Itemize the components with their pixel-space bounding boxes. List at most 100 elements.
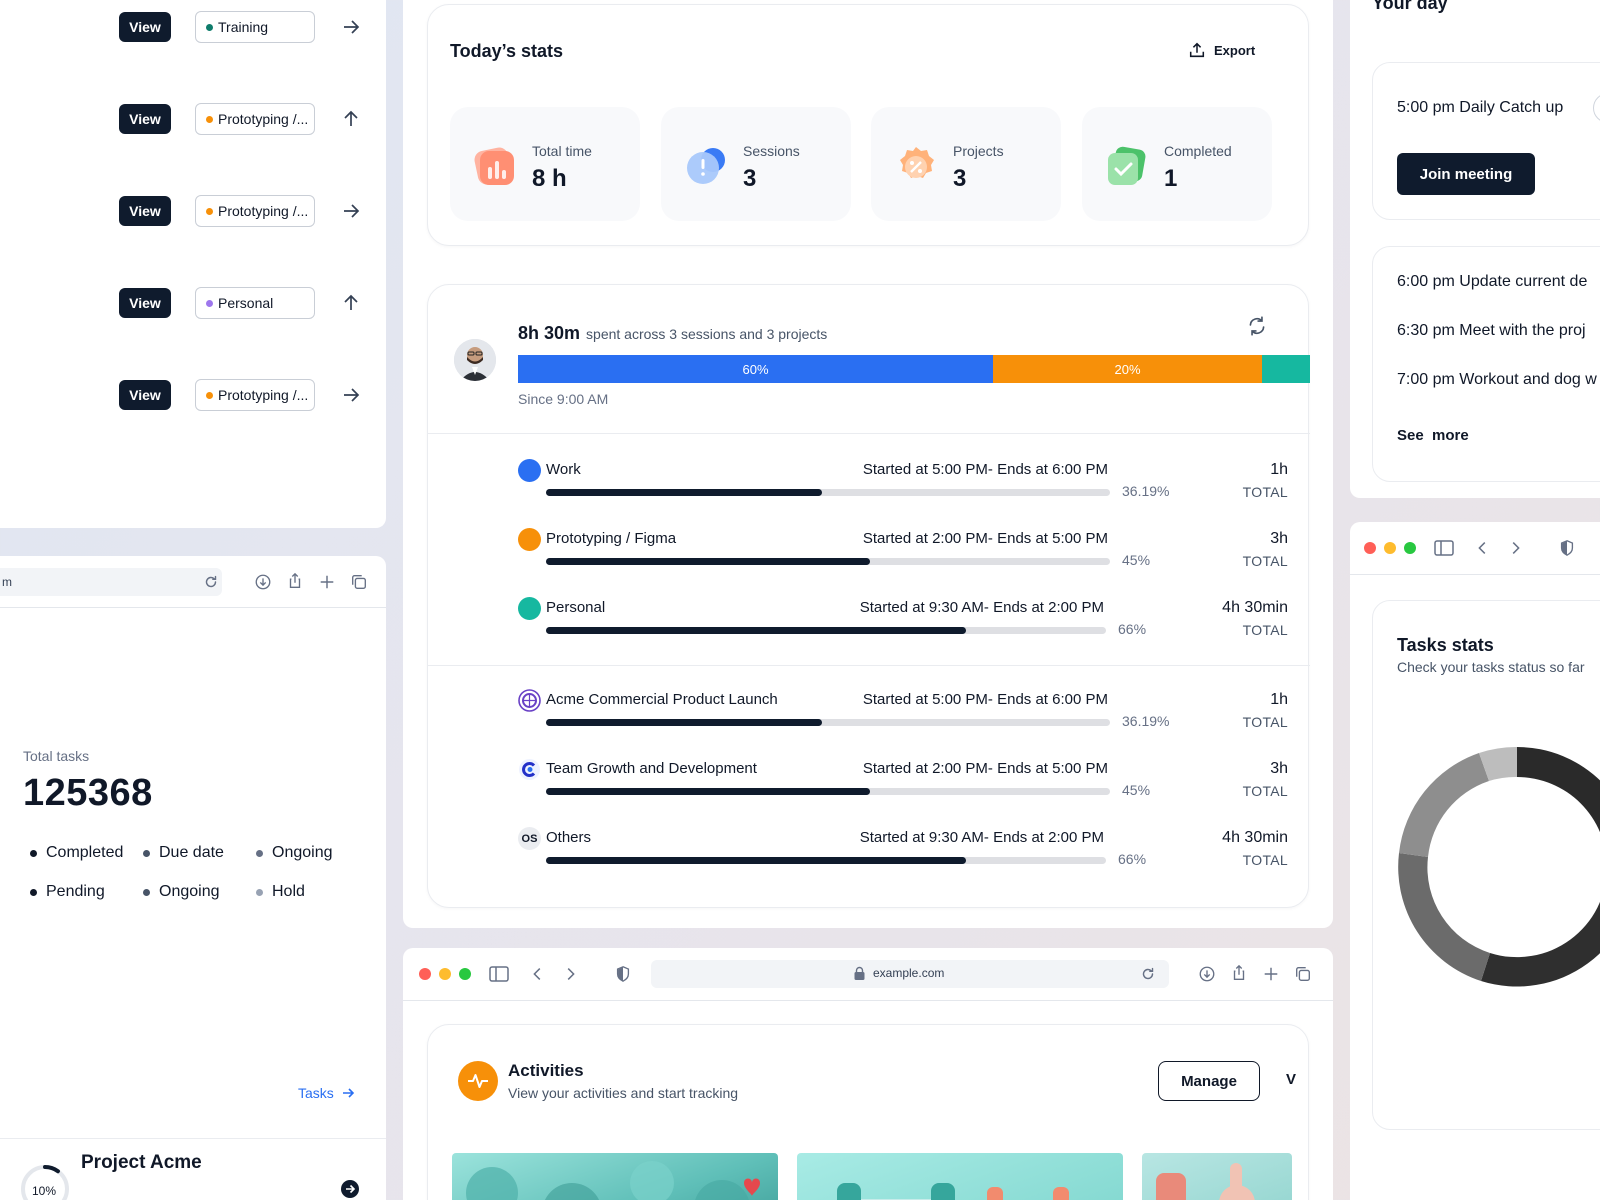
see-more-link[interactable]: See more [1397, 427, 1469, 444]
avatar [1593, 93, 1600, 123]
acme-logo-icon [518, 689, 541, 712]
view-button[interactable]: View [119, 104, 171, 134]
arrow-right-icon[interactable] [341, 17, 361, 37]
download-icon[interactable] [1198, 965, 1216, 983]
stat-value: 1 [1164, 165, 1178, 192]
view-all-button[interactable]: V [1286, 1071, 1296, 1088]
task-row: View Prototyping /... [119, 194, 361, 228]
project-open-icon[interactable] [340, 1179, 360, 1199]
total-tasks-label: Total tasks [23, 748, 90, 764]
new-tab-icon[interactable] [1262, 965, 1280, 983]
view-button[interactable]: View [119, 196, 171, 226]
activity-row[interactable]: Personal Started at 9:30 AM- Ends at 2:00… [518, 597, 1288, 659]
tasks-stats-title: Tasks stats [1397, 635, 1494, 655]
activity-thumbnail[interactable] [797, 1153, 1123, 1200]
sidebar-toggle-icon[interactable] [489, 965, 509, 983]
new-tab-icon[interactable] [318, 573, 336, 591]
forward-icon[interactable] [561, 965, 579, 983]
category-tag[interactable]: Personal [195, 287, 315, 319]
close-window-icon[interactable] [419, 968, 431, 980]
activity-row[interactable]: OS Others Started at 9:30 AM- Ends at 2:00… [518, 827, 1288, 889]
back-icon[interactable] [529, 965, 547, 983]
tabs-overview-icon[interactable] [1294, 965, 1312, 983]
badge-percent-icon [900, 147, 934, 178]
share-icon[interactable] [286, 572, 304, 590]
arrow-right-icon[interactable] [341, 385, 361, 405]
legend-item: Ongoing [143, 883, 220, 901]
forward-icon[interactable] [1506, 539, 1524, 557]
reload-icon[interactable] [202, 573, 220, 591]
address-bar[interactable]: example.com [651, 960, 1169, 988]
stat-label: Total time [532, 143, 592, 159]
time-distribution-bar: 60% 20% [518, 355, 1310, 383]
activities-card: Activities View your activities and star… [427, 1024, 1309, 1200]
view-button[interactable]: View [119, 380, 171, 410]
manage-button[interactable]: Manage [1158, 1061, 1260, 1101]
stats-title: Today’s stats [450, 41, 564, 61]
tabs-overview-icon[interactable] [350, 573, 368, 591]
total-time-subtitle: spent across 3 sessions and 3 projects [586, 326, 828, 342]
event-item[interactable]: 7:00 pm Workout and dog w [1397, 371, 1597, 389]
activity-row[interactable]: Acme Commercial Product Launch Started at… [518, 689, 1288, 751]
minimize-window-icon[interactable] [439, 968, 451, 980]
address-bar[interactable]: m [0, 568, 222, 596]
time-segment: 20% [993, 355, 1262, 383]
stat-value: 3 [743, 165, 757, 192]
task-list-panel: View Training View Prototyping /... View Prot… [0, 0, 386, 528]
activity-row[interactable]: Work Started at 5:00 PM- Ends at 6:00 PM 3… [518, 459, 1288, 521]
refresh-icon[interactable] [1246, 315, 1268, 337]
arrow-up-icon[interactable] [341, 293, 361, 313]
view-button[interactable]: View [119, 12, 171, 42]
activity-total-label: TOTAL [1242, 553, 1288, 569]
category-tag[interactable]: Training [195, 11, 315, 43]
activity-row[interactable]: Team Growth and Development Started at 2:… [518, 758, 1288, 820]
divider [428, 665, 1310, 666]
activity-progress-fill [546, 627, 966, 634]
category-tag[interactable]: Prototyping /... [195, 103, 315, 135]
activity-time-range: Started at 2:00 PM- Ends at 5:00 PM [862, 530, 1108, 547]
legend-dot [256, 849, 263, 857]
activity-duration: 4h 30min [1222, 829, 1288, 846]
maximize-window-icon[interactable] [459, 968, 471, 980]
activity-name: Others [546, 829, 592, 846]
time-segment: 60% [518, 355, 993, 383]
share-icon[interactable] [1230, 964, 1248, 982]
back-icon[interactable] [1474, 539, 1492, 557]
activity-name: Acme Commercial Product Launch [546, 691, 778, 708]
view-button[interactable]: View [119, 288, 171, 318]
join-meeting-button[interactable]: Join meeting [1397, 153, 1535, 195]
arrow-right-icon[interactable] [341, 201, 361, 221]
time-segment [1262, 355, 1310, 383]
activity-total-label: TOTAL [1242, 783, 1288, 799]
event-item[interactable]: 6:00 pm Update current de [1397, 273, 1587, 291]
privacy-shield-icon[interactable] [614, 965, 632, 983]
browser-toolbar: m [0, 556, 386, 608]
activity-duration: 1h [1270, 691, 1288, 708]
activity-thumbnail[interactable] [452, 1153, 778, 1200]
privacy-shield-icon[interactable] [1558, 539, 1576, 557]
time-summary-heading: 8h 30m spent across 3 sessions and 3 pro… [518, 323, 827, 344]
category-tag[interactable]: Prototyping /... [195, 379, 315, 411]
download-icon[interactable] [254, 573, 272, 591]
activity-time-range: Started at 5:00 PM- Ends at 6:00 PM [862, 691, 1108, 708]
minimize-window-icon[interactable] [1384, 542, 1396, 554]
export-button[interactable]: Export [1188, 41, 1255, 59]
maximize-window-icon[interactable] [1404, 542, 1416, 554]
others-logo-icon: OS [518, 827, 541, 850]
lock-icon [854, 966, 865, 980]
legend-dot [30, 888, 37, 896]
arrow-up-icon[interactable] [341, 109, 361, 129]
activity-time-range: Started at 9:30 AM- Ends at 2:00 PM [859, 599, 1104, 616]
stat-label: Projects [953, 143, 1004, 159]
activity-row[interactable]: Prototyping / Figma Started at 2:00 PM- E… [518, 528, 1288, 590]
sidebar-toggle-icon[interactable] [1434, 539, 1454, 557]
tasks-link[interactable]: Tasks [298, 1085, 356, 1101]
activity-thumbnail[interactable] [1142, 1153, 1292, 1200]
category-tag[interactable]: Prototyping /... [195, 195, 315, 227]
todays-stats-card: Today’s stats Export Total time 8 h Sess… [427, 4, 1309, 246]
event-item[interactable]: 6:30 pm Meet with the proj [1397, 322, 1586, 340]
tasks-stats-card: Tasks stats Check your tasks status so f… [1372, 600, 1600, 1130]
reload-icon[interactable] [1139, 965, 1157, 983]
upcoming-events-card: 6:00 pm Update current de 6:30 pm Meet w… [1372, 246, 1600, 482]
close-window-icon[interactable] [1364, 542, 1376, 554]
